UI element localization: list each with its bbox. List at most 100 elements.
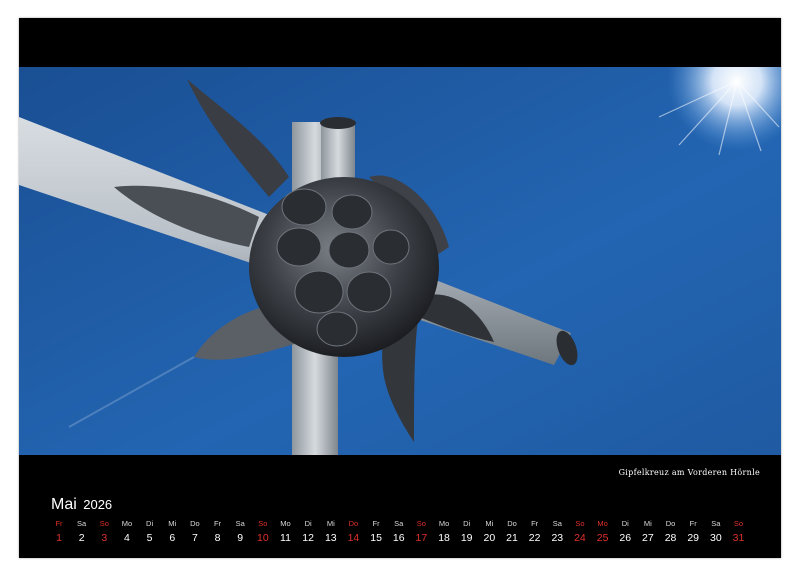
binding-ring [721,1,726,5]
binding-ring [242,1,247,5]
calendar-day: Mi 20 [477,519,501,544]
calendar-day: Do 21 [500,519,524,544]
binding-ring [52,1,57,5]
day-number: 25 [596,532,609,544]
weekday-label: Do [665,519,676,528]
binding-ring [577,1,582,5]
weekday-label: Fr [372,519,380,528]
binding-ring [288,1,293,5]
binding-ring [767,1,772,5]
binding-ring [364,1,369,5]
day-number: 9 [237,532,244,544]
binding-ring [569,1,574,5]
calendar-day: Sa 23 [545,519,569,544]
binding-ring [752,1,756,5]
binding-ring [75,1,80,5]
calendar-day: Sa 9 [228,519,252,544]
weekday-label: Fr [689,519,697,528]
weekday-label: Mo [121,519,133,528]
binding-ring [106,1,110,5]
weekday-label: Sa [77,519,87,528]
day-number: 8 [214,532,221,544]
weekday-label: So [416,519,426,528]
binding-ring [736,1,741,5]
binding-ring [372,1,376,5]
calendar-day: Fr 8 [206,519,230,544]
day-number: 14 [347,532,360,544]
calendar-day: Mo 11 [274,519,298,544]
binding-ring [425,1,430,5]
day-number: 3 [101,532,108,544]
binding-ring [668,1,673,5]
calendar-day: Mo 25 [591,519,615,544]
binding-ring [30,1,34,5]
binding-ring [136,1,141,5]
calendar-day: So 31 [727,519,751,544]
day-number: 13 [324,532,337,544]
binding-ring [83,1,88,5]
weekday-label: Mi [643,519,652,528]
calendar-day: Do 28 [659,519,683,544]
weekday-label: Do [507,519,517,528]
year: 2026 [83,497,113,512]
binding-ring [197,1,202,5]
day-number: 21 [506,532,518,544]
binding-ring [554,1,559,5]
calendar-day: Di 5 [138,519,162,544]
binding-ring [37,1,42,5]
weekday-label: Fr [214,519,222,528]
binding-ring [265,1,270,5]
day-number: 29 [687,532,700,544]
calendar-day: Fr 29 [681,519,705,544]
weekday-label: Mi [326,519,335,528]
binding-ring [174,1,179,5]
binding-ring [235,1,240,5]
binding-ring [60,1,65,5]
binding-ring [607,1,612,5]
day-number: 22 [528,532,541,544]
binding-ring [622,1,627,5]
binding-ring [98,1,103,5]
binding-ring [440,1,445,5]
binding-ring [318,1,323,5]
binding-ring [706,1,711,5]
calendar-day: Mo 18 [432,519,456,544]
weekday-label: Mi [168,519,177,528]
binding-ring [645,1,650,5]
weekday-label: Do [348,519,359,528]
binding-ring [280,1,285,5]
binding-ring [220,1,224,5]
day-number: 4 [124,532,130,544]
day-number: 28 [664,532,677,544]
binding-ring [653,1,658,5]
binding-ring [630,1,635,5]
calendar-day: Mo 4 [115,519,139,544]
calendar-day: Fr 15 [364,519,388,544]
weekday-label: So [575,519,585,528]
day-number: 30 [710,532,722,544]
month-title: Mai 2026 [51,496,112,514]
calendar-day: Di 26 [613,519,637,544]
weekday-label: So [258,519,268,528]
binding-ring [349,1,354,5]
weekday-label: Sa [394,519,404,528]
day-number: 18 [438,532,450,544]
binding-ring [448,1,452,5]
photo-caption: Gipfelkreuz am Vorderen Hörnle [618,468,760,477]
binding-ring [516,1,521,5]
weekday-label: Sa [552,519,562,528]
day-number: 31 [732,532,745,544]
calendar-day: Do 7 [183,519,207,544]
binding-ring [714,1,718,5]
calendar-day: So 3 [92,519,116,544]
weekday-label: Fr [531,519,539,528]
binding-ring [508,1,513,5]
binding-ring [493,1,498,5]
binding-ring [273,1,278,5]
binding-ring [356,1,361,5]
day-number: 27 [642,532,654,544]
binding-ring [546,1,551,5]
weekday-label: Sa [711,519,721,528]
binding-ring [432,1,437,5]
month-name: Mai [51,496,77,513]
